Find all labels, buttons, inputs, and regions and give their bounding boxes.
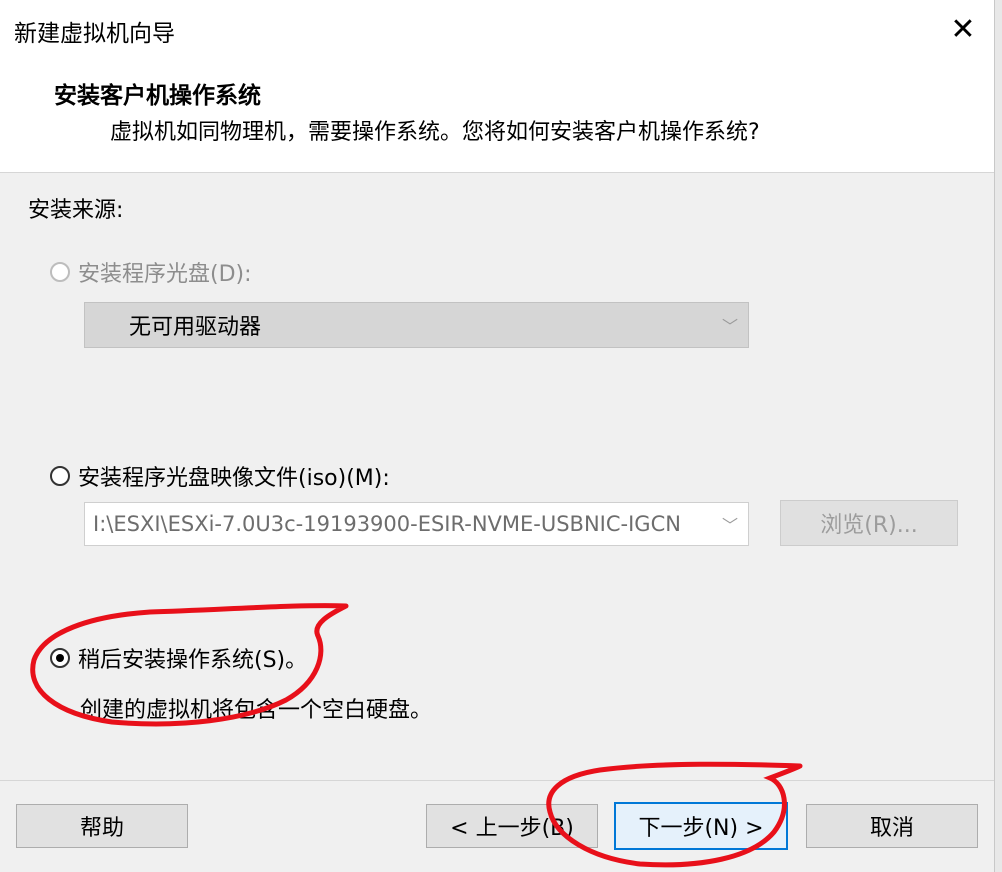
close-icon[interactable]: ✕ [936, 8, 990, 50]
chevron-down-icon[interactable]: ﹀ [722, 512, 738, 536]
footer-divider [0, 780, 994, 781]
radio-install-later-label: 稍后安装操作系统(S)。 [78, 648, 308, 673]
window-edge [994, 0, 1002, 872]
iso-path-value[interactable]: I:\ESXI\ESXi-7.0U3c-19193900-ESIR-NVME-U… [93, 512, 708, 536]
help-button[interactable]: 帮助 [16, 804, 188, 848]
window-title: 新建虚拟机向导 [14, 21, 175, 47]
new-vm-wizard-window: 新建虚拟机向导 ✕ 安装客户机操作系统 虚拟机如同物理机，需要操作系统。您将如何… [0, 0, 1002, 872]
radio-install-later[interactable]: 稍后安装操作系统(S)。 [50, 642, 307, 674]
radio-install-iso-label: 安装程序光盘映像文件(iso)(M): [78, 466, 390, 491]
radio-install-disc[interactable]: 安装程序光盘(D): [50, 256, 252, 288]
back-button[interactable]: < 上一步(B) [426, 804, 598, 848]
radio-button[interactable] [50, 466, 70, 486]
radio-button[interactable] [50, 262, 70, 282]
title-bar: 新建虚拟机向导 ✕ [0, 0, 994, 60]
cancel-button[interactable]: 取消 [806, 804, 978, 848]
page-subtitle: 虚拟机如同物理机，需要操作系统。您将如何安装客户机操作系统? [110, 120, 760, 145]
wizard-header: 安装客户机操作系统 虚拟机如同物理机，需要操作系统。您将如何安装客户机操作系统? [0, 60, 994, 173]
page-title: 安装客户机操作系统 [54, 83, 261, 109]
radio-button[interactable] [50, 648, 70, 668]
iso-path-combobox[interactable]: I:\ESXI\ESXi-7.0U3c-19193900-ESIR-NVME-U… [84, 502, 749, 546]
chevron-down-icon: ﹀ [721, 317, 738, 336]
next-button[interactable]: 下一步(N) > [614, 802, 788, 850]
install-later-description: 创建的虚拟机将包含一个空白硬盘。 [80, 698, 433, 723]
radio-install-disc-label: 安装程序光盘(D): [78, 262, 252, 287]
browse-button[interactable]: 浏览(R)... [780, 500, 958, 546]
drive-select[interactable]: 无可用驱动器 ﹀ [84, 302, 749, 348]
install-source-label: 安装来源: [28, 198, 124, 223]
drive-select-value: 无可用驱动器 [129, 315, 262, 340]
radio-install-iso[interactable]: 安装程序光盘映像文件(iso)(M): [50, 460, 390, 492]
